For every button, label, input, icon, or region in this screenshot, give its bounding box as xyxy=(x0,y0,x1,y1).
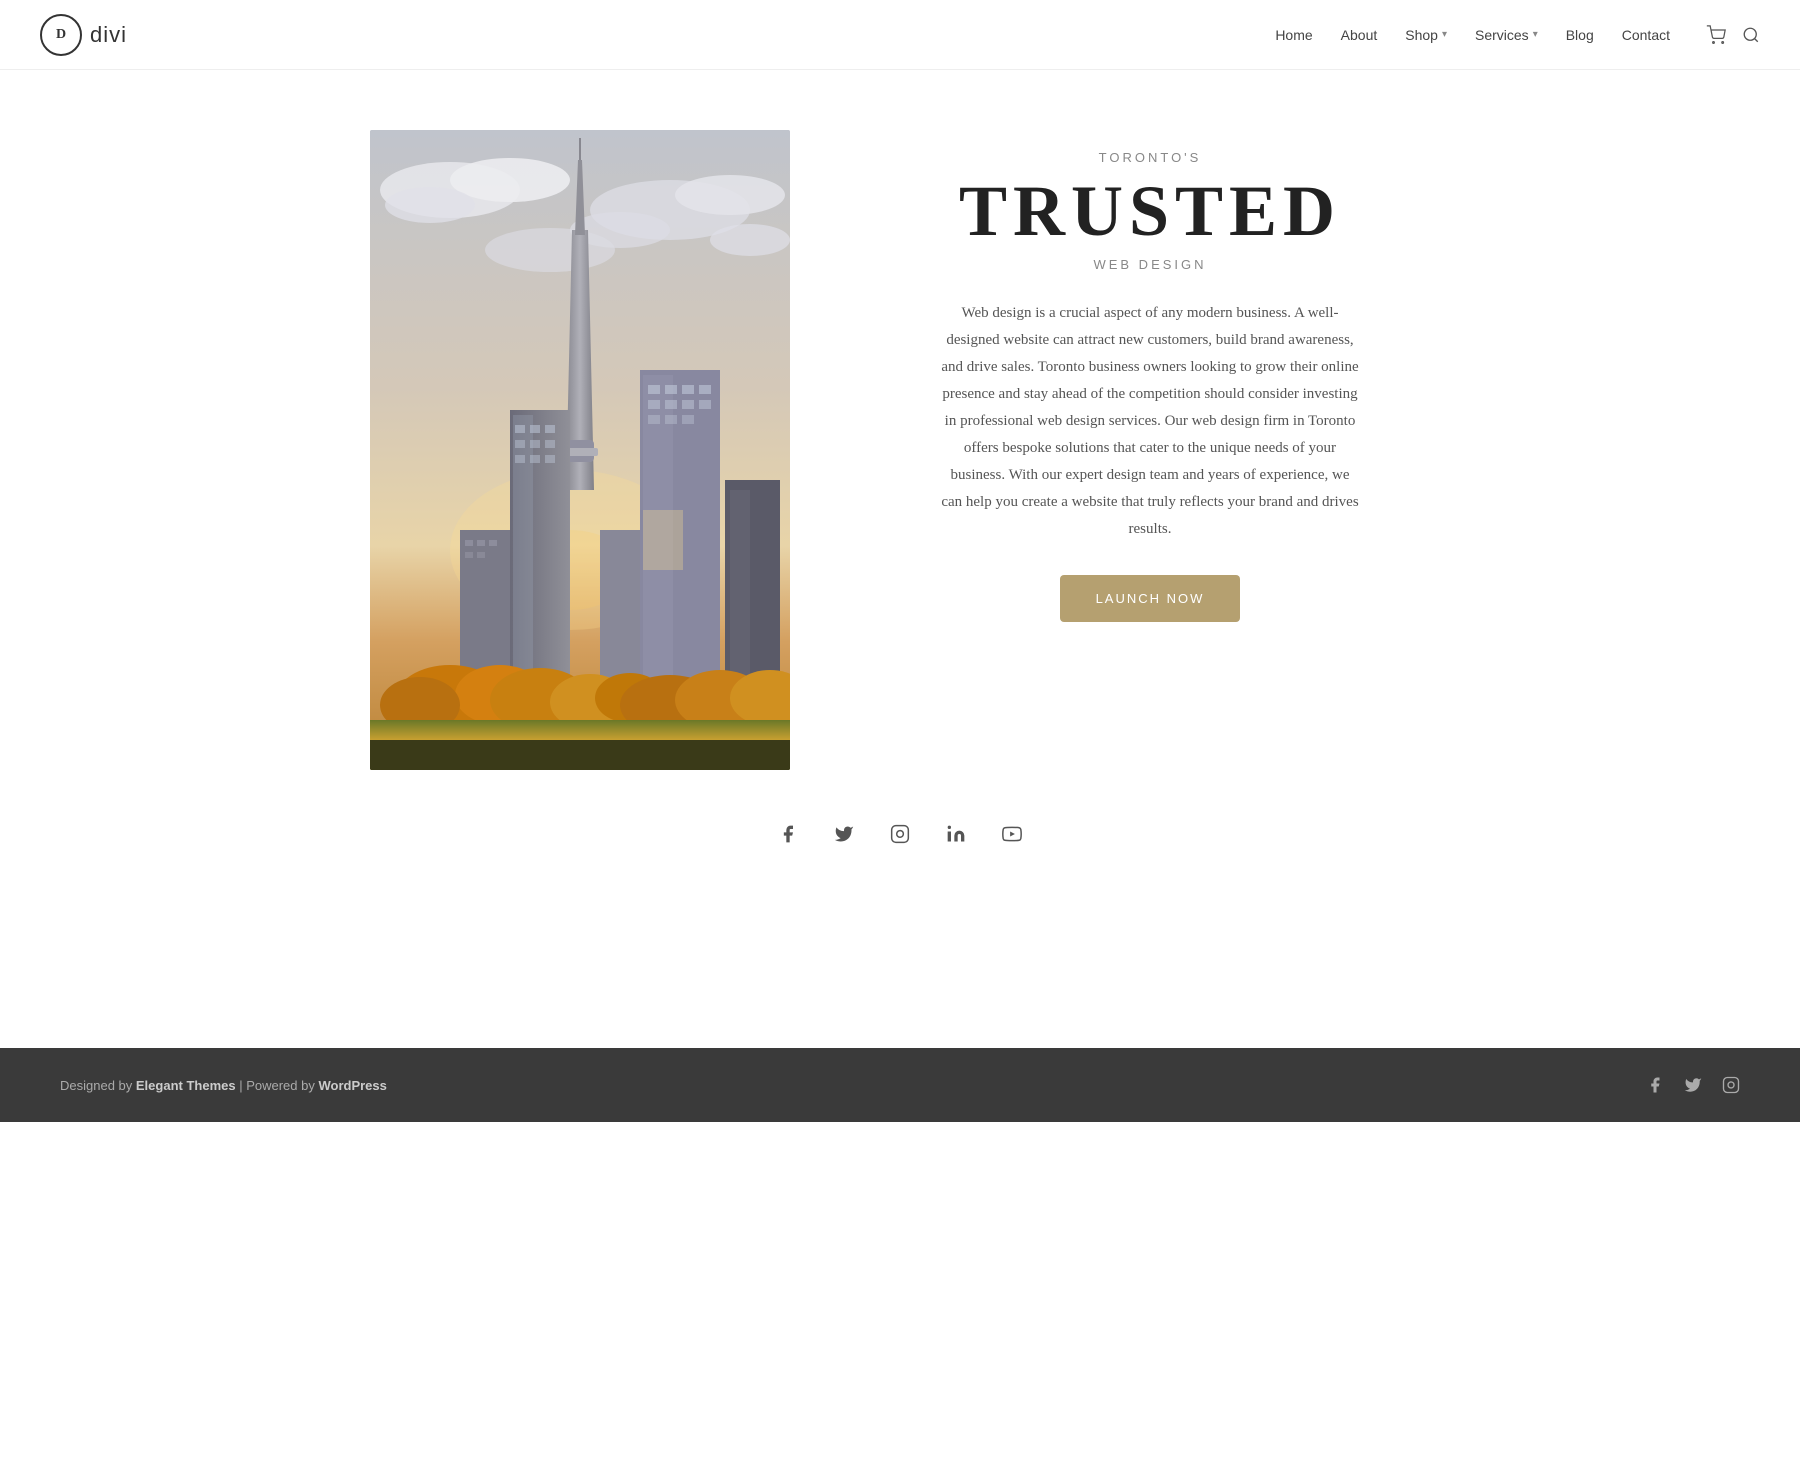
hero-eyebrow: TORONTO'S xyxy=(870,150,1430,165)
twitter-icon xyxy=(834,824,854,844)
logo-circle: D xyxy=(40,14,82,56)
services-chevron-icon: ▾ xyxy=(1533,29,1538,40)
footer-instagram-link[interactable] xyxy=(1722,1076,1740,1094)
hero-text-block: TORONTO'S TRUSTED WEB DESIGN Web design … xyxy=(870,130,1430,622)
footer-twitter-icon xyxy=(1684,1076,1702,1094)
footer-social-icons xyxy=(1646,1076,1740,1094)
footer-instagram-icon xyxy=(1722,1076,1740,1094)
footer-facebook-icon xyxy=(1646,1076,1664,1094)
twitter-social-link[interactable] xyxy=(830,820,858,848)
logo-name: divi xyxy=(90,22,127,48)
hero-sub-title: WEB DESIGN xyxy=(870,257,1430,272)
hero-title: TRUSTED xyxy=(870,175,1430,247)
footer-twitter-link[interactable] xyxy=(1684,1076,1702,1094)
hero-section: TORONTO'S TRUSTED WEB DESIGN Web design … xyxy=(370,130,1430,770)
cart-icon xyxy=(1706,25,1726,45)
content-spacer xyxy=(370,888,1430,1008)
site-logo[interactable]: D divi xyxy=(40,14,127,56)
linkedin-icon xyxy=(946,824,966,844)
main-nav: Home About Shop ▾ Services ▾ Blog Contac… xyxy=(1275,25,1760,45)
instagram-social-link[interactable] xyxy=(886,820,914,848)
facebook-icon xyxy=(778,824,798,844)
logo-letter: D xyxy=(56,27,66,43)
site-footer: Designed by Elegant Themes | Powered by … xyxy=(0,1048,1800,1122)
elegant-themes-link[interactable]: Elegant Themes xyxy=(136,1078,236,1093)
footer-facebook-link[interactable] xyxy=(1646,1076,1664,1094)
site-header: D divi Home About Shop ▾ Services ▾ Blog… xyxy=(0,0,1800,70)
launch-now-button[interactable]: LAUNCH NOW xyxy=(1060,575,1241,622)
facebook-social-link[interactable] xyxy=(774,820,802,848)
nav-about[interactable]: About xyxy=(1341,27,1378,43)
linkedin-social-link[interactable] xyxy=(942,820,970,848)
wordpress-link[interactable]: WordPress xyxy=(318,1078,386,1093)
footer-designed-by: Designed by xyxy=(60,1078,136,1093)
hero-image-wrap xyxy=(370,130,790,770)
social-bar xyxy=(370,820,1430,888)
nav-contact[interactable]: Contact xyxy=(1622,27,1670,43)
main-content: TORONTO'S TRUSTED WEB DESIGN Web design … xyxy=(350,70,1450,1048)
footer-powered-by: | Powered by xyxy=(236,1078,319,1093)
search-button[interactable] xyxy=(1742,26,1760,44)
nav-utility-icons xyxy=(1706,25,1760,45)
youtube-social-link[interactable] xyxy=(998,820,1026,848)
nav-shop[interactable]: Shop ▾ xyxy=(1405,27,1447,43)
toronto-skyline-image xyxy=(370,130,790,770)
footer-credit: Designed by Elegant Themes | Powered by … xyxy=(60,1078,387,1093)
hero-body-text: Web design is a crucial aspect of any mo… xyxy=(940,300,1360,543)
nav-home[interactable]: Home xyxy=(1275,27,1312,43)
cart-button[interactable] xyxy=(1706,25,1726,45)
shop-chevron-icon: ▾ xyxy=(1442,29,1447,40)
search-icon xyxy=(1742,26,1760,44)
nav-services[interactable]: Services ▾ xyxy=(1475,27,1538,43)
instagram-icon xyxy=(890,824,910,844)
nav-blog[interactable]: Blog xyxy=(1566,27,1594,43)
youtube-icon xyxy=(1001,824,1023,844)
